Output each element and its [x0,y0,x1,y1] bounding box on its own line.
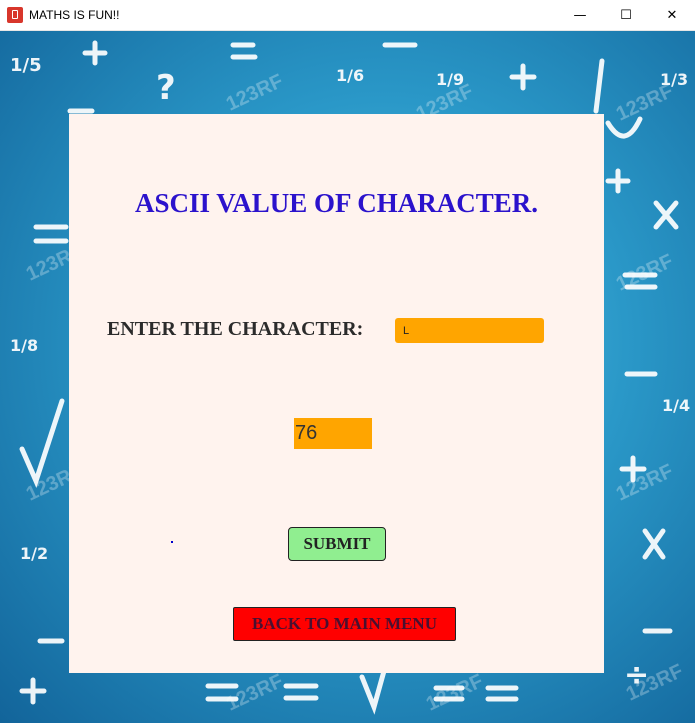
back-to-main-menu-button[interactable]: BACK TO MAIN MENU [233,607,456,641]
page-title: ASCII VALUE OF CHARACTER. [134,188,539,218]
watermark: 123RF [613,80,677,125]
symbol-fraction-sixth: 1/6 [336,66,364,85]
ascii-result-field: 76 [294,418,372,449]
watermark: 123RF [223,670,287,715]
java-app-icon [7,7,23,23]
character-label: ENTER THE CHARACTER: [107,318,364,340]
symbol-question: ? [156,68,176,108]
watermark: 123RF [223,70,287,115]
stray-dot [171,541,173,543]
window-controls: — ☐ ✕ [557,0,695,30]
minimize-button[interactable]: — [557,0,603,30]
close-button[interactable]: ✕ [649,0,695,30]
symbol-fraction-half: 1/2 [20,544,48,563]
symbol-fraction-eighth: 1/8 [10,336,38,355]
symbol-one: 1/5 [10,55,42,76]
maximize-button[interactable]: ☐ [603,0,649,30]
window-title: MATHS IS FUN!! [29,8,120,22]
symbol-fraction-quarter: 1/4 [662,396,690,415]
character-input[interactable] [395,318,544,343]
watermark: 123RF [423,670,487,715]
submit-button[interactable]: SUBMIT [288,527,386,561]
title-bar: MATHS IS FUN!! — ☐ ✕ [0,0,695,31]
main-panel: ASCII VALUE OF CHARACTER. ENTER THE CHAR… [69,114,604,673]
